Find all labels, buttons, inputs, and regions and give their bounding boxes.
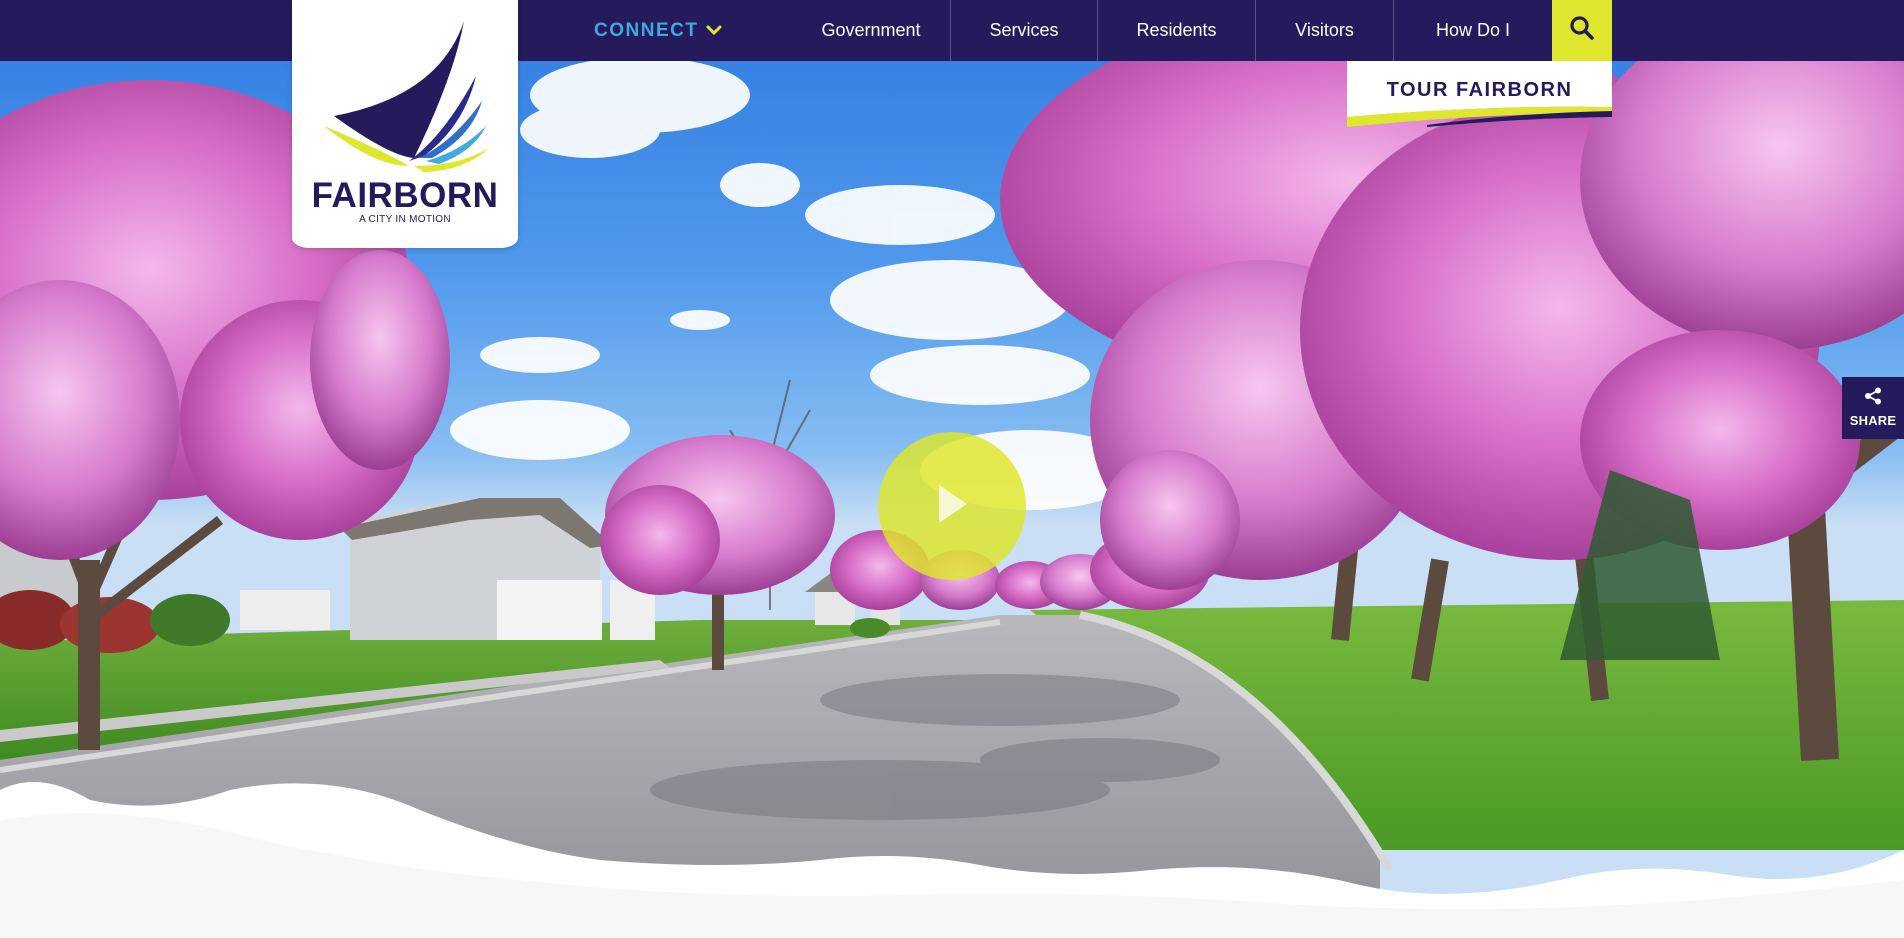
logo-wordmark: FAIRBORN xyxy=(311,176,499,215)
play-icon xyxy=(935,483,969,530)
nav-residents[interactable]: Residents xyxy=(1098,0,1255,61)
tour-fairborn-button[interactable]: TOUR FAIRBORN xyxy=(1347,61,1612,133)
nav-item-label: Visitors xyxy=(1295,20,1354,40)
nav-item-label: Residents xyxy=(1136,20,1217,40)
share-button[interactable]: SHARE xyxy=(1842,377,1904,439)
wing-swoosh-logo-icon xyxy=(314,16,496,181)
logo-tagline: A CITY IN MOTION xyxy=(359,214,451,225)
play-video-button[interactable] xyxy=(878,432,1026,580)
nav-visitors[interactable]: Visitors xyxy=(1256,0,1393,61)
search-button[interactable] xyxy=(1552,0,1612,61)
connect-menu-button[interactable]: CONNECT xyxy=(594,0,722,61)
nav-item-label: Government xyxy=(821,20,921,40)
nav-government[interactable]: Government xyxy=(792,0,950,61)
nav-item-label: Services xyxy=(989,20,1059,40)
nav-services[interactable]: Services xyxy=(951,0,1097,61)
tour-fairborn-label: TOUR FAIRBORN xyxy=(1386,79,1573,101)
connect-label: CONNECT xyxy=(594,19,699,41)
search-icon xyxy=(1569,15,1595,46)
chevron-down-icon xyxy=(706,20,722,42)
top-nav-bar: CONNECT Government Services Residents Vi… xyxy=(0,0,1904,61)
nav-how-do-i[interactable]: How Do I xyxy=(1394,0,1552,61)
nav-item-label: How Do I xyxy=(1435,20,1511,40)
share-icon xyxy=(1864,387,1882,410)
logo-home-link[interactable]: FAIRBORN A CITY IN MOTION xyxy=(292,0,518,248)
share-label: SHARE xyxy=(1849,413,1897,428)
